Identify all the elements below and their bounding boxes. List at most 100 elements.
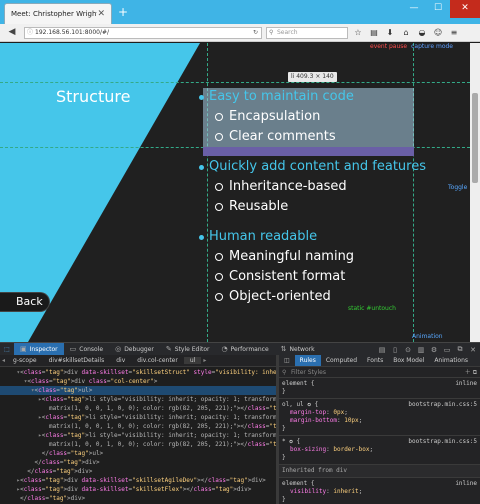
tab-debugger[interactable]: ◎ Debugger: [109, 343, 160, 356]
breadcrumb-item-selected[interactable]: ul: [183, 357, 202, 364]
rule-source[interactable]: bootstrap.min.css:5: [408, 438, 477, 446]
pocket-icon[interactable]: ◒: [416, 27, 428, 39]
filter-icon: ⚲: [282, 369, 287, 376]
tab-rules[interactable]: Rules: [294, 355, 321, 366]
rule-universal[interactable]: * ✪ { bootstrap.min.css:5 box-sizing: bo…: [279, 436, 480, 465]
section-heading: Easy to maintain code: [199, 89, 354, 104]
back-button[interactable]: Back: [0, 292, 50, 312]
tab-performance[interactable]: ◔ Performance: [216, 343, 275, 356]
settings-gear-icon[interactable]: ⚙: [429, 346, 439, 354]
add-rule-icon[interactable]: ＋ ⧉: [465, 367, 477, 378]
pick-element-icon[interactable]: ⬚: [0, 346, 14, 353]
split-console-icon[interactable]: ▥: [416, 346, 426, 354]
rule-gear-icon[interactable]: ✪: [289, 438, 293, 445]
page-scrollbar[interactable]: [470, 43, 480, 342]
markup-node[interactable]: ▸<class="tag">div data-skillset="skillse…: [0, 485, 276, 494]
rule-element[interactable]: element { inline }: [279, 378, 480, 399]
markup-node[interactable]: </class="tag">div>: [0, 458, 276, 467]
dock-icon[interactable]: ▭: [442, 346, 452, 354]
scrollbar-thumb[interactable]: [472, 93, 478, 183]
breadcrumb-forward-icon[interactable]: ▸: [201, 357, 208, 364]
prop-name: margin-bottom: [290, 417, 337, 424]
tab-label: Debugger: [124, 345, 154, 353]
tab-label: Style Editor: [174, 345, 210, 353]
css-property[interactable]: margin-bottom: 10px;: [282, 417, 477, 425]
inherited-header: Inherited from div: [279, 465, 480, 478]
download-icon[interactable]: ⬇: [384, 27, 396, 39]
maximize-icon[interactable]: ☐: [426, 0, 450, 18]
sidebar-toggle-icon[interactable]: ◫: [279, 355, 295, 366]
tab-fonts[interactable]: Fonts: [362, 355, 388, 366]
breadcrumb-item[interactable]: g-scope: [7, 357, 43, 364]
close-window-icon[interactable]: ✕: [450, 0, 480, 18]
prop-value: 0px: [333, 409, 345, 416]
markup-node[interactable]: ▾<class="tag">div data-skillset="skillse…: [0, 368, 276, 377]
list-item: Inheritance-based: [215, 179, 347, 194]
markup-node[interactable]: </class="tag">ul>: [0, 449, 276, 458]
markup-node[interactable]: ▸<class="tag">div data-skillset="skillse…: [0, 476, 276, 485]
back-arrow-icon[interactable]: ◀: [5, 27, 19, 37]
markup-node[interactable]: </class="tag">div>: [0, 467, 276, 476]
home-icon[interactable]: ⌂: [400, 27, 412, 39]
markup-node[interactable]: matrix(1, 0, 0, 1, 0, 0); color: rgb(82,…: [0, 422, 276, 431]
markup-node[interactable]: ▸<class="tag">li style="visibility: inhe…: [0, 413, 276, 422]
prop-value: inherit: [333, 488, 359, 495]
screenshot-icon[interactable]: ⊙: [403, 346, 413, 354]
breadcrumb-item[interactable]: div.col-center: [131, 357, 184, 364]
rule-open-brace: {: [314, 401, 319, 408]
bookmark-star-icon[interactable]: ☆: [352, 27, 364, 39]
filter-styles-input[interactable]: ⚲ Filter Styles ＋ ⧉: [279, 367, 480, 378]
markup-node[interactable]: ▾<class="tag">ul>: [0, 386, 276, 395]
responsive-icon[interactable]: ▯: [390, 346, 400, 354]
browser-tab[interactable]: Meet: Christopher Wright ✕: [4, 3, 112, 24]
frame-select-icon[interactable]: ▤: [377, 346, 387, 354]
markup-node[interactable]: ▸<class="tag">li style="visibility: inhe…: [0, 431, 276, 440]
search-input[interactable]: ⚲ Search: [266, 27, 348, 39]
chat-icon[interactable]: ☺: [432, 27, 444, 39]
capture-mode-link[interactable]: capture mode: [411, 43, 453, 50]
css-property[interactable]: visibility: inherit;: [282, 488, 477, 496]
markup-node[interactable]: ▸<class="tag">li style="visibility: inhe…: [0, 395, 276, 404]
tab-close-icon[interactable]: ✕: [97, 9, 105, 19]
rule-ol-ul[interactable]: ol, ul ✪ { bootstrap.min.css:5 margin-to…: [279, 399, 480, 436]
minimize-icon[interactable]: —: [402, 0, 426, 18]
menu-icon[interactable]: ≡: [448, 27, 460, 39]
breadcrumb: ◂ g-scope div#skillsetDetails div div.co…: [0, 355, 276, 367]
breadcrumb-item[interactable]: div: [110, 357, 131, 364]
bottom-hint-link[interactable]: Animation: [412, 333, 443, 340]
breadcrumb-item[interactable]: div#skillsetDetails: [43, 357, 111, 364]
markup-node[interactable]: matrix(1, 0, 0, 1, 0, 0); color: rgb(82,…: [0, 440, 276, 449]
rule-source[interactable]: inline: [455, 480, 477, 488]
tab-network[interactable]: ⇅ Network: [275, 343, 321, 356]
rule-source[interactable]: bootstrap.min.css:5: [408, 401, 477, 409]
debugger-icon: ◎: [115, 345, 122, 353]
page-viewport: li 409.3 × 140 event pause capture mode S…: [0, 43, 470, 342]
css-property[interactable]: margin-top: 0px;: [282, 409, 477, 417]
markup-node[interactable]: matrix(1, 0, 0, 1, 0, 0); color: rgb(82,…: [0, 404, 276, 413]
rule-inherited-element[interactable]: element { inline visibility: inherit; }: [279, 478, 480, 504]
tab-console[interactable]: ▭ Console: [64, 343, 109, 356]
inspector-tooltip: li 409.3 × 140: [288, 72, 337, 82]
new-tab-icon[interactable]: +: [118, 6, 128, 18]
markup-node[interactable]: ▾<class="tag">div class="col-center">: [0, 377, 276, 386]
navigation-bar: ◀ ⓘ 192.168.56.101:8000/#/ ↻ ⚲ Search ☆ …: [0, 24, 480, 42]
side-hint-link[interactable]: Toggle: [448, 184, 467, 191]
css-property[interactable]: box-sizing: border-box;: [282, 446, 477, 454]
tab-box-model[interactable]: Box Model: [388, 355, 429, 366]
rule-gear-icon[interactable]: ✪: [307, 401, 311, 408]
tab-style-editor[interactable]: ✎ Style Editor: [160, 343, 216, 356]
clipboard-icon[interactable]: ▤: [368, 27, 380, 39]
tab-animations[interactable]: Animations: [429, 355, 473, 366]
popout-icon[interactable]: ⧉: [455, 345, 465, 354]
url-bar[interactable]: ⓘ 192.168.56.101:8000/#/ ↻: [24, 27, 262, 39]
sidebar-tabs: ◫ Rules Computed Fonts Box Model Animati…: [279, 355, 480, 367]
rule-source[interactable]: inline: [455, 380, 477, 388]
info-icon[interactable]: ⓘ: [27, 28, 33, 38]
tab-inspector[interactable]: ▣ Inspector: [14, 342, 64, 356]
list-item: Reusable: [214, 199, 289, 214]
close-devtools-icon[interactable]: ✕: [468, 346, 478, 354]
markup-node[interactable]: </class="tag">div>: [0, 494, 276, 503]
tab-computed[interactable]: Computed: [321, 355, 362, 366]
reload-icon[interactable]: ↻: [253, 28, 258, 38]
breadcrumb-back-icon[interactable]: ◂: [0, 357, 7, 364]
